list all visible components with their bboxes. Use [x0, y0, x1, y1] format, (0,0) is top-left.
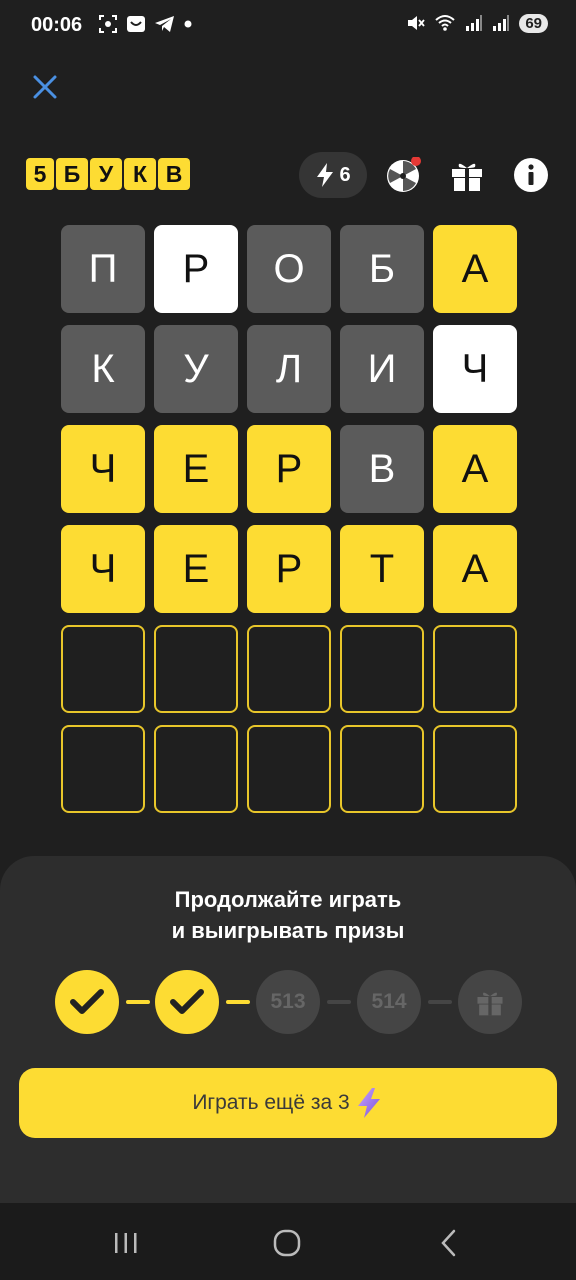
- letter-cell: Р: [247, 425, 331, 513]
- lightning-icon: [317, 163, 334, 187]
- empty-letter-cell: [433, 625, 517, 713]
- empty-letter-cell: [61, 725, 145, 813]
- letter-cell: У: [154, 325, 238, 413]
- dot-icon: [184, 20, 192, 28]
- bottom-sheet: Продолжайте играть и выигрывать призы 51…: [0, 856, 576, 1203]
- empty-letter-cell: [433, 725, 517, 813]
- letter-cell: Ч: [433, 325, 517, 413]
- progress-step-done: [55, 970, 119, 1034]
- screenshot-icon: [99, 15, 117, 33]
- check-icon: [170, 989, 204, 1014]
- back-icon: [441, 1229, 456, 1257]
- progress-step-514: 514: [357, 970, 421, 1034]
- progress-connector: [226, 1000, 250, 1004]
- letter-cell: П: [61, 225, 145, 313]
- empty-letter-cell: [247, 725, 331, 813]
- progress-step-513: 513: [256, 970, 320, 1034]
- home-icon: [273, 1229, 301, 1257]
- battery-level: 69: [519, 13, 548, 33]
- sheet-title-line: и выигрывать призы: [171, 918, 405, 943]
- logo-letter: 5: [26, 158, 54, 190]
- letter-cell: К: [61, 325, 145, 413]
- logo-letter: У: [90, 158, 122, 190]
- play-again-label: Играть ещё за 3: [192, 1091, 350, 1114]
- letter-cell: Л: [247, 325, 331, 413]
- letter-cell: Ч: [61, 425, 145, 513]
- empty-letter-cell: [154, 725, 238, 813]
- progress-connector: [327, 1000, 351, 1004]
- mute-icon: [408, 16, 426, 30]
- letter-cell: Ч: [61, 525, 145, 613]
- letter-cell: А: [433, 425, 517, 513]
- letter-cell: А: [433, 225, 517, 313]
- back-button[interactable]: [429, 1225, 469, 1261]
- progress-steps: 513 514: [0, 970, 576, 1036]
- energy-count: 6: [339, 163, 351, 186]
- letter-cell: И: [340, 325, 424, 413]
- info-icon[interactable]: [513, 157, 549, 193]
- check-icon: [70, 989, 104, 1014]
- empty-letter-cell: [340, 625, 424, 713]
- letter-cell: А: [433, 525, 517, 613]
- sheet-title: Продолжайте играть и выигрывать призы: [0, 884, 576, 946]
- letter-cell: О: [247, 225, 331, 313]
- smile-app-icon: [127, 16, 145, 32]
- progress-connector: [126, 1000, 150, 1004]
- signal-icon: [466, 15, 483, 31]
- letter-cell: Р: [154, 225, 238, 313]
- close-icon[interactable]: [28, 70, 62, 104]
- status-time: 00:06: [31, 14, 83, 36]
- gift-icon[interactable]: [449, 157, 485, 193]
- letter-cell: В: [340, 425, 424, 513]
- empty-letter-cell: [247, 625, 331, 713]
- recents-button[interactable]: [106, 1225, 146, 1261]
- play-again-button[interactable]: Играть ещё за 3: [19, 1068, 557, 1138]
- home-button[interactable]: [267, 1225, 307, 1261]
- recents-icon: [115, 1233, 137, 1253]
- word-grid: ПРОБАКУЛИЧЧЕРВАЧЕРТА: [61, 225, 517, 813]
- wifi-icon: [435, 15, 455, 31]
- progress-step-gift: [458, 970, 522, 1034]
- fortune-wheel-icon[interactable]: [385, 157, 421, 193]
- letter-cell: Б: [340, 225, 424, 313]
- system-nav-bar: [0, 1203, 576, 1280]
- progress-step-done: [155, 970, 219, 1034]
- letter-cell: Р: [247, 525, 331, 613]
- signal-icon: [493, 15, 510, 31]
- logo: 5 Б У К В: [26, 158, 190, 190]
- logo-letter: К: [124, 158, 156, 190]
- gift-icon: [477, 992, 503, 1016]
- letter-cell: Т: [340, 525, 424, 613]
- lightning-icon: [357, 1088, 380, 1118]
- progress-connector: [428, 1000, 452, 1004]
- empty-letter-cell: [154, 625, 238, 713]
- status-bar: 00:06 69: [0, 0, 576, 52]
- sheet-title-line: Продолжайте играть: [174, 887, 402, 912]
- empty-letter-cell: [340, 725, 424, 813]
- telegram-icon: [155, 16, 174, 32]
- logo-letter: В: [158, 158, 190, 190]
- energy-counter[interactable]: 6: [299, 152, 367, 198]
- logo-letter: Б: [56, 158, 88, 190]
- letter-cell: Е: [154, 525, 238, 613]
- empty-letter-cell: [61, 625, 145, 713]
- letter-cell: Е: [154, 425, 238, 513]
